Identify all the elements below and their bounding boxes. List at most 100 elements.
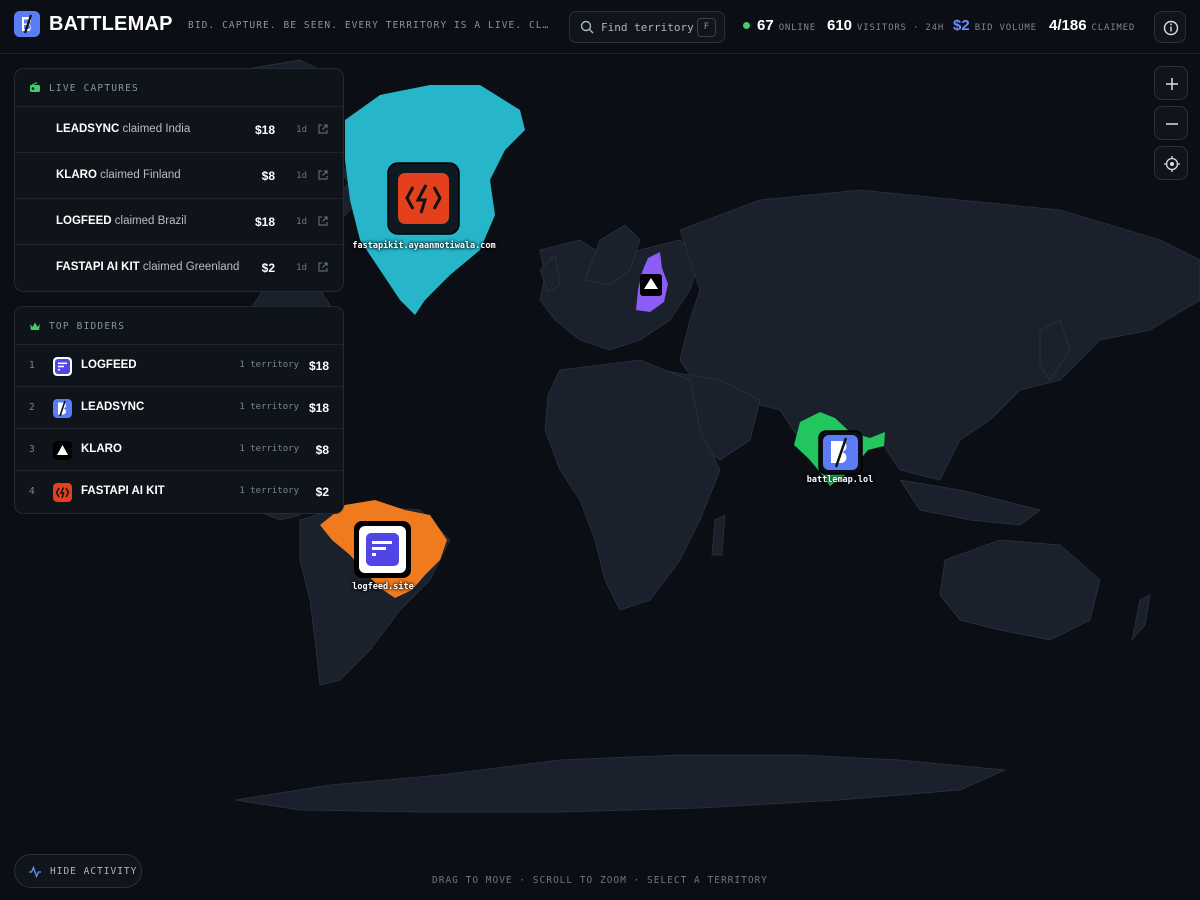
capture-text: LEADSYNC claimed India [56, 123, 190, 135]
bid-volume-value: $2 [953, 17, 970, 34]
capture-row[interactable]: KLARO claimed Finland $8 1d [15, 153, 343, 199]
india-marker-label[interactable]: battlemap.lol [807, 475, 874, 485]
capture-amount: $18 [254, 123, 275, 137]
online-stat: 67 ONLINE [743, 17, 816, 34]
claimed-stat: 4/186 CLAIMED [1049, 17, 1135, 34]
bidder-rank: 2 [29, 402, 35, 413]
hide-activity-button[interactable]: HIDE ACTIVITY [14, 854, 142, 888]
capture-text: FASTAPI AI KIT claimed Greenland [56, 261, 239, 273]
capture-country: Finland [142, 169, 181, 181]
online-label: ONLINE [778, 23, 816, 33]
app-name[interactable]: BATTLEMAP [49, 13, 173, 36]
capture-action: claimed [114, 215, 155, 227]
capture-country: Greenland [185, 261, 240, 273]
capture-text: KLARO claimed Finland [56, 169, 181, 181]
external-link-icon[interactable] [317, 169, 329, 181]
bidder-amount: $18 [308, 359, 329, 373]
bidder-row[interactable]: 2 LEADSYNC 1 territory $18 [15, 387, 343, 429]
map-hint: DRAG TO MOVE · SCROLL TO ZOOM · SELECT A… [432, 875, 768, 886]
visitors-count: 610 [827, 17, 853, 34]
capture-amount: $2 [261, 261, 275, 275]
bidder-territory-count: 1 territory [239, 402, 299, 412]
external-link-icon[interactable] [317, 123, 329, 135]
visitors-label: VISITORS · 24H [857, 23, 945, 33]
brazil-marker-label[interactable]: logfeed.site [352, 582, 413, 592]
info-button[interactable] [1154, 11, 1186, 43]
capture-row[interactable]: FASTAPI AI KIT claimed Greenland $2 1d [15, 245, 343, 291]
search-placeholder: Find territory [601, 21, 694, 34]
claimed-label: CLAIMED [1091, 23, 1136, 33]
activity-icon [29, 865, 41, 879]
live-captures-panel: LIVE CAPTURES LEADSYNC claimed India $18… [14, 68, 344, 292]
top-bidders-panel: TOP BIDDERS 1 LOGFEED 1 territory $18 2 … [14, 306, 344, 514]
bidder-rank: 1 [29, 360, 35, 371]
capture-row[interactable]: LEADSYNC claimed India $18 1d [15, 107, 343, 153]
bidder-name: FASTAPI AI KIT [81, 485, 165, 497]
capture-country: Brazil [157, 215, 187, 227]
bid-volume-stat: $2 BID VOLUME [953, 17, 1037, 34]
online-dot-icon [743, 22, 750, 29]
capture-amount: $18 [254, 215, 275, 229]
capture-name: FASTAPI AI KIT [56, 261, 140, 273]
top-bidders-header: TOP BIDDERS [15, 307, 343, 345]
capture-time: 1d [296, 217, 307, 227]
top-bidders-title: TOP BIDDERS [49, 321, 126, 332]
klaro-logo-icon [53, 441, 72, 460]
finland-marker[interactable] [640, 274, 662, 296]
search-icon [580, 20, 594, 34]
top-bar: BATTLEMAP BID. CAPTURE. BE SEEN. EVERY T… [0, 0, 1200, 54]
leadsync-logo-icon [53, 399, 72, 418]
bidder-amount: $18 [308, 401, 329, 415]
locate-button[interactable] [1154, 146, 1188, 180]
bid-volume-label: BID VOLUME [974, 23, 1037, 33]
capture-country: India [165, 123, 191, 135]
capture-name: LEADSYNC [56, 123, 120, 135]
zoom-in-button[interactable] [1154, 66, 1188, 100]
crosshair-icon [1164, 156, 1180, 172]
capture-time: 1d [296, 171, 307, 181]
visitors-stat: 610 VISITORS · 24H [827, 17, 944, 34]
radio-icon [30, 82, 40, 92]
external-link-icon[interactable] [317, 261, 329, 273]
info-icon [1163, 20, 1179, 36]
brazil-marker[interactable] [354, 521, 411, 578]
bidder-name: LEADSYNC [81, 401, 145, 413]
bidder-rank: 4 [29, 486, 35, 497]
capture-action: claimed [142, 261, 183, 273]
bidder-amount: $8 [315, 443, 329, 457]
live-captures-header: LIVE CAPTURES [15, 69, 343, 107]
capture-time: 1d [296, 125, 307, 135]
capture-time: 1d [296, 263, 307, 273]
fastapi-logo-icon [53, 483, 72, 502]
capture-text: LOGFEED claimed Brazil [56, 215, 186, 227]
external-link-icon[interactable] [317, 215, 329, 227]
greenland-marker[interactable] [387, 162, 460, 235]
bidder-row[interactable]: 3 KLARO 1 territory $8 [15, 429, 343, 471]
capture-action: claimed [100, 169, 140, 181]
bidder-territory-count: 1 territory [239, 486, 299, 496]
capture-name: KLARO [56, 169, 97, 181]
bidder-amount: $2 [315, 485, 329, 499]
plus-icon [1166, 78, 1178, 90]
capture-amount: $8 [261, 169, 275, 183]
bidder-row[interactable]: 4 FASTAPI AI KIT 1 territory $2 [15, 471, 343, 513]
search-input[interactable]: Find territory F [569, 11, 725, 43]
search-shortcut-key: F [697, 18, 716, 37]
battlemap-logo-icon[interactable] [14, 11, 40, 37]
capture-action: claimed [122, 123, 163, 135]
hide-activity-label: HIDE ACTIVITY [50, 866, 138, 877]
india-marker[interactable] [818, 430, 863, 475]
bidder-name: KLARO [81, 443, 122, 455]
bidder-row[interactable]: 1 LOGFEED 1 territory $18 [15, 345, 343, 387]
greenland-marker-label[interactable]: fastapikit.ayaanmotiwala.com [352, 241, 495, 251]
online-count: 67 [757, 17, 774, 34]
bidder-territory-count: 1 territory [239, 360, 299, 370]
bidder-rank: 3 [29, 444, 35, 455]
capture-row[interactable]: LOGFEED claimed Brazil $18 1d [15, 199, 343, 245]
bidder-territory-count: 1 territory [239, 444, 299, 454]
zoom-out-button[interactable] [1154, 106, 1188, 140]
bidder-name: LOGFEED [81, 359, 137, 371]
tagline: BID. CAPTURE. BE SEEN. EVERY TERRITORY I… [188, 20, 550, 31]
logfeed-logo-icon [53, 357, 72, 376]
crown-icon [30, 322, 40, 330]
